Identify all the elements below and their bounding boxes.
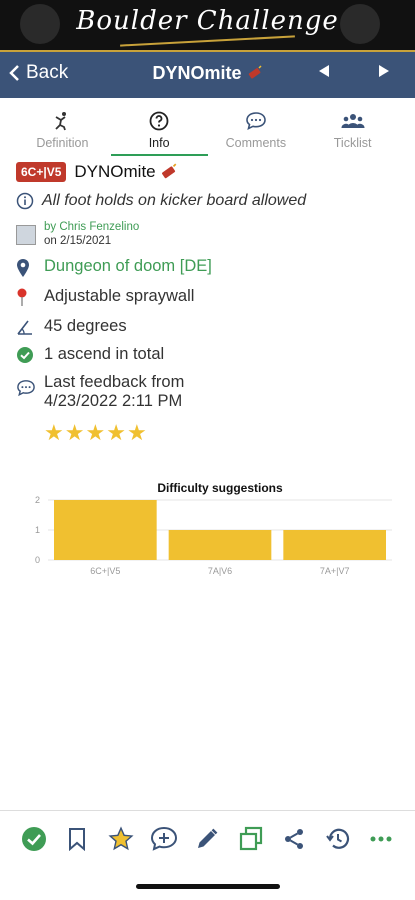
page-title-text: DYNOmite (152, 63, 242, 83)
angle-icon (17, 320, 32, 335)
dynamite-icon (161, 163, 176, 179)
grade-badge: 6C+|V5 (16, 162, 67, 182)
previous-route-button[interactable] (318, 64, 330, 83)
route-header: 6C+|V5 DYNOmite (16, 162, 406, 182)
app-logo: Boulder Challenge (76, 6, 339, 36)
chart-title: Difficulty suggestions (157, 481, 283, 495)
ascends-row: 1 ascend in total (16, 345, 406, 364)
share-button[interactable] (273, 827, 316, 851)
tab-comments[interactable]: Comments (208, 98, 305, 156)
copy-button[interactable] (229, 826, 272, 852)
check-circle-icon (21, 826, 46, 851)
x-tick-label: 6C+|V5 (90, 566, 120, 576)
x-tick-label: 7A+|V7 (320, 566, 350, 576)
tab-label: Info (148, 136, 170, 150)
triangle-right-icon (379, 65, 389, 77)
route-info: 6C+|V5 DYNOmite All foot holds on kicker… (16, 162, 406, 446)
info-icon (16, 192, 34, 210)
tab-label: Definition (36, 136, 89, 150)
wall-row: Adjustable spraywall (16, 287, 406, 308)
climber-icon (55, 112, 67, 131)
edit-button[interactable] (186, 827, 229, 851)
app-banner: Boulder Challenge (0, 0, 415, 50)
history-icon (325, 828, 349, 849)
home-indicator (136, 884, 280, 889)
bookmark-icon (69, 827, 86, 851)
favorite-button[interactable] (99, 825, 142, 852)
next-route-button[interactable] (378, 64, 390, 83)
speech-bubble-icon (17, 380, 35, 397)
star-icon: ★ (85, 420, 107, 445)
feedback-row: Last feedback from 4/23/2022 2:11 PM (16, 373, 406, 411)
route-name: DYNOmite (74, 162, 156, 181)
people-icon (341, 114, 365, 128)
tab-bar: Definition Info Comments Ticklist (0, 98, 415, 156)
description-text: All foot holds on kicker board allowed (42, 192, 307, 209)
check-circle-icon (17, 347, 33, 363)
y-tick-label: 1 (35, 525, 40, 535)
tab-definition[interactable]: Definition (14, 98, 111, 156)
bar (54, 500, 157, 560)
copy-icon (239, 826, 263, 850)
star-rating: ★★★★★ (44, 420, 406, 446)
angle-value: 45 degrees (44, 317, 127, 335)
share-icon (285, 828, 304, 849)
wall-name: Adjustable spraywall (44, 287, 195, 305)
bookmark-button[interactable] (55, 827, 98, 851)
location-row[interactable]: Dungeon of doom [DE] (16, 257, 406, 278)
setter-name-link[interactable]: by Chris Fenzelino (44, 221, 139, 233)
logo-underline (120, 35, 295, 47)
star-icon: ★ (106, 420, 127, 445)
difficulty-chart: Difficulty suggestions 0 1 2 6C+|V5 7A|V6 7A+|… (35, 481, 392, 576)
feedback-date: 4/23/2022 2:11 PM (44, 392, 183, 410)
y-tick-label: 0 (35, 555, 40, 565)
triangle-left-icon (319, 65, 329, 77)
tab-ticklist[interactable]: Ticklist (304, 98, 401, 156)
bar (283, 530, 386, 560)
add-comment-button[interactable] (142, 826, 185, 852)
page-title: DYNOmite (0, 63, 415, 84)
nav-bar: Back DYNOmite (0, 50, 415, 98)
speech-bubble-icon (246, 112, 266, 130)
location-link[interactable]: Dungeon of doom [DE] (44, 257, 212, 276)
star-icon: ★ (126, 420, 148, 445)
route-description: All foot holds on kicker board allowed (16, 192, 406, 210)
history-button[interactable] (316, 826, 359, 852)
angle-row: 45 degrees (16, 317, 406, 336)
avatar[interactable] (16, 225, 36, 245)
star-icon: ★ (44, 420, 65, 445)
star-icon: ★ (64, 420, 86, 445)
more-icon (370, 836, 392, 841)
pencil-icon (198, 828, 218, 848)
y-tick-label: 2 (35, 495, 40, 505)
map-marker-icon (17, 259, 29, 277)
route-details: Dungeon of doom [DE] Adjustable spraywal… (16, 257, 406, 446)
comment-add-icon (151, 826, 178, 851)
bar (168, 530, 272, 560)
x-tick-label: 7A|V6 (208, 566, 232, 576)
pushpin-icon (17, 288, 27, 306)
bottom-toolbar (0, 810, 415, 866)
tab-label: Comments (225, 136, 287, 150)
more-button[interactable] (360, 835, 403, 843)
feedback-label: Last feedback from (44, 373, 185, 391)
star-icon (108, 825, 134, 850)
set-date: on 2/15/2021 (44, 235, 112, 247)
tab-info[interactable]: Info (110, 98, 208, 156)
tick-button[interactable] (12, 826, 55, 852)
dynamite-icon (248, 65, 262, 79)
tab-label: Ticklist (333, 136, 372, 150)
ascends-count: 1 ascend in total (44, 345, 165, 363)
question-circle-icon (149, 111, 169, 131)
setter-info: by Chris Fenzelino on 2/15/2021 (16, 221, 406, 247)
